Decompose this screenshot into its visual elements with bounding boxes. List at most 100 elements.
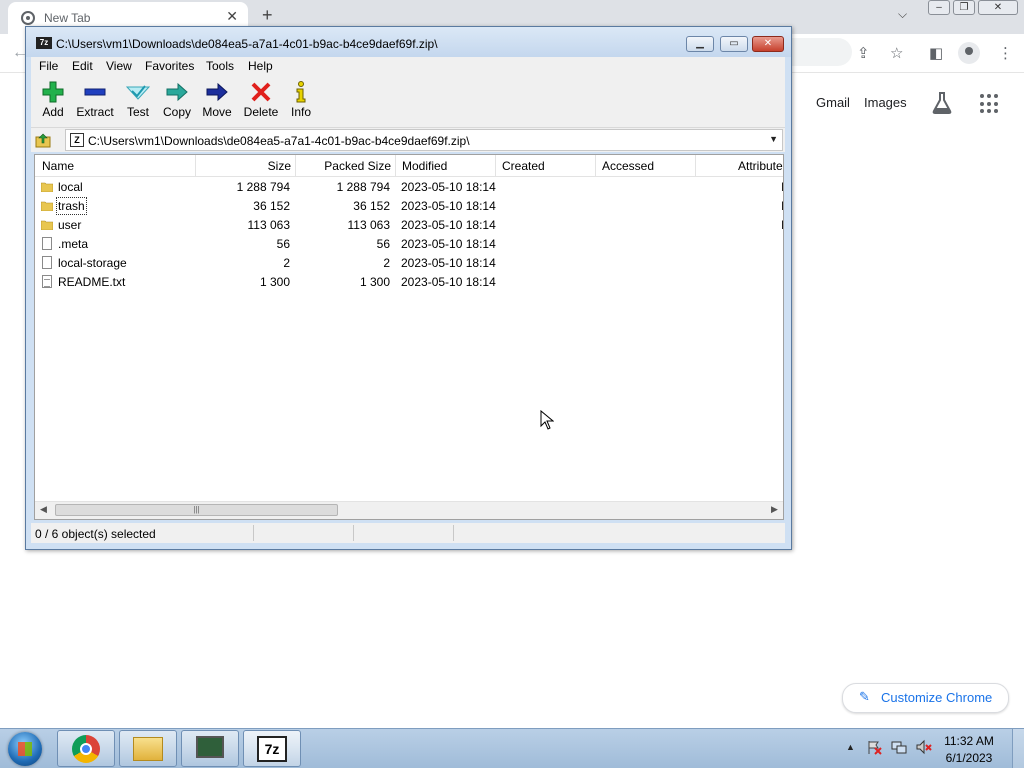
- column-packed-size[interactable]: Packed Size: [295, 159, 391, 173]
- taskbar-monitor[interactable]: [181, 730, 239, 767]
- folder-up-icon[interactable]: [35, 132, 51, 148]
- item-packed-size: 36 152: [353, 199, 390, 213]
- google-apps-icon[interactable]: [980, 94, 1000, 114]
- labs-flask-icon[interactable]: [932, 92, 952, 114]
- new-tab-button[interactable]: +: [262, 5, 273, 26]
- chrome-minimize-button[interactable]: –: [928, 0, 950, 15]
- tab-search-chevron-icon[interactable]: ⌵: [898, 7, 907, 22]
- clock-date[interactable]: 6/1/2023: [934, 751, 1004, 765]
- monitor-icon: [196, 736, 224, 758]
- item-name: trash: [56, 197, 87, 215]
- chrome-close-button[interactable]: ✕: [978, 0, 1018, 15]
- explorer-icon: [133, 737, 163, 761]
- extract-button[interactable]: Extract: [73, 75, 117, 127]
- menu-tools[interactable]: Tools: [206, 59, 234, 73]
- show-desktop-button[interactable]: [1012, 729, 1024, 768]
- customize-chrome-label: Customize Chrome: [881, 690, 993, 705]
- chrome-tab-title: New Tab: [44, 11, 91, 25]
- column-created[interactable]: Created: [502, 159, 545, 173]
- toolbar: Add Extract Test Copy Move Delete Info: [31, 75, 785, 128]
- bookmark-star-icon[interactable]: ☆: [890, 44, 903, 62]
- folder-icon: [41, 182, 53, 192]
- network-icon[interactable]: [891, 739, 907, 755]
- 7zip-titlebar[interactable]: 7z C:\Users\vm1\Downloads\de084ea5-a7a1-…: [26, 27, 791, 57]
- column-accessed[interactable]: Accessed: [602, 159, 654, 173]
- copy-button[interactable]: Copy: [159, 75, 195, 127]
- tray-expand-icon[interactable]: ▲: [846, 742, 855, 752]
- menu-help[interactable]: Help: [248, 59, 273, 73]
- scroll-right-arrow-icon[interactable]: ▶: [771, 504, 778, 515]
- item-packed-size: 2: [383, 256, 390, 270]
- item-packed-size: 1 300: [359, 275, 390, 289]
- add-button[interactable]: Add: [37, 75, 69, 127]
- menu-bar: File Edit View Favorites Tools Help: [31, 57, 785, 75]
- file-list[interactable]: Name Size Packed Size Modified Created A…: [34, 154, 784, 520]
- path-text: C:\Users\vm1\Downloads\de084ea5-a7a1-4c0…: [88, 134, 470, 148]
- list-item-readme[interactable]: README.txt 1 300 1 300 2023-05-10 18:14: [35, 273, 783, 292]
- status-text: 0 / 6 object(s) selected: [35, 527, 156, 541]
- chrome-favicon-icon: [21, 11, 35, 25]
- gmail-link[interactable]: Gmail: [816, 95, 850, 110]
- item-packed-size: 56: [376, 237, 390, 251]
- profile-avatar-icon[interactable]: [958, 42, 980, 64]
- column-attributes[interactable]: Attribute: [738, 159, 783, 173]
- add-label: Add: [42, 105, 64, 119]
- maximize-button[interactable]: ▭: [720, 36, 748, 52]
- list-item-user[interactable]: user 113 063 113 063 2023-05-10 18:14 I: [35, 216, 783, 235]
- taskbar: 7z ▲ 11:32 AM 6/1/2023: [0, 728, 1024, 768]
- side-panel-icon[interactable]: ◧: [929, 44, 943, 62]
- taskbar-7zip[interactable]: 7z: [243, 730, 301, 767]
- move-button[interactable]: Move: [199, 75, 235, 127]
- column-name[interactable]: Name: [42, 159, 74, 173]
- item-name: local: [58, 180, 83, 194]
- item-attributes: I: [781, 199, 783, 213]
- customize-chrome-button[interactable]: ✎ Customize Chrome: [842, 683, 1009, 713]
- folder-icon: [41, 201, 53, 211]
- file-icon: [42, 237, 52, 250]
- test-button[interactable]: Test: [121, 75, 155, 127]
- menu-view[interactable]: View: [106, 59, 132, 73]
- horizontal-scrollbar[interactable]: ◀ ||| ▶: [35, 501, 783, 519]
- item-modified: 2023-05-10 18:14: [401, 199, 496, 213]
- list-item-local-storage[interactable]: local-storage 2 2 2023-05-10 18:14: [35, 254, 783, 273]
- close-button[interactable]: ✕: [752, 36, 784, 52]
- start-button[interactable]: [8, 732, 42, 766]
- copy-label: Copy: [162, 105, 191, 119]
- item-modified: 2023-05-10 18:14: [401, 256, 496, 270]
- item-name: local-storage: [58, 256, 127, 270]
- path-combobox[interactable]: Z C:\Users\vm1\Downloads\de084ea5-a7a1-4…: [65, 129, 783, 151]
- menu-favorites[interactable]: Favorites: [145, 59, 194, 73]
- info-button[interactable]: Info: [286, 75, 316, 127]
- item-modified: 2023-05-10 18:14: [401, 237, 496, 251]
- list-item-trash[interactable]: trash 36 152 36 152 2023-05-10 18:14 I: [35, 197, 783, 216]
- menu-edit[interactable]: Edit: [72, 59, 93, 73]
- move-arrow-icon: [206, 82, 228, 102]
- item-size: 56: [276, 237, 290, 251]
- share-icon[interactable]: ⇪: [857, 44, 870, 62]
- taskbar-explorer[interactable]: [119, 730, 177, 767]
- list-item-meta[interactable]: .meta 56 56 2023-05-10 18:14: [35, 235, 783, 254]
- extract-minus-icon: [84, 88, 106, 96]
- column-modified[interactable]: Modified: [402, 159, 447, 173]
- clock-time[interactable]: 11:32 AM: [934, 734, 1004, 748]
- test-check-icon: [126, 85, 150, 100]
- file-icon: [42, 256, 52, 269]
- list-item-local[interactable]: local 1 288 794 1 288 794 2023-05-10 18:…: [35, 178, 783, 197]
- column-size[interactable]: Size: [195, 159, 291, 173]
- menu-file[interactable]: File: [39, 59, 58, 73]
- taskbar-chrome[interactable]: [57, 730, 115, 767]
- scroll-left-arrow-icon[interactable]: ◀: [40, 504, 47, 515]
- chrome-restore-button[interactable]: ❐: [953, 0, 975, 15]
- delete-button[interactable]: Delete: [241, 75, 281, 127]
- action-center-flag-icon[interactable]: [866, 739, 882, 755]
- minimize-button[interactable]: ▁: [686, 36, 714, 52]
- volume-muted-icon[interactable]: [916, 739, 932, 755]
- scroll-thumb[interactable]: |||: [55, 504, 338, 516]
- omnibox[interactable]: [792, 38, 852, 66]
- images-link[interactable]: Images: [864, 95, 907, 110]
- chrome-menu-icon[interactable]: ⋮: [998, 44, 1013, 62]
- dropdown-arrow-icon[interactable]: ▼: [769, 134, 778, 144]
- item-modified: 2023-05-10 18:14: [401, 180, 496, 194]
- item-packed-size: 113 063: [347, 218, 391, 232]
- close-tab-icon[interactable]: ✕: [226, 8, 238, 25]
